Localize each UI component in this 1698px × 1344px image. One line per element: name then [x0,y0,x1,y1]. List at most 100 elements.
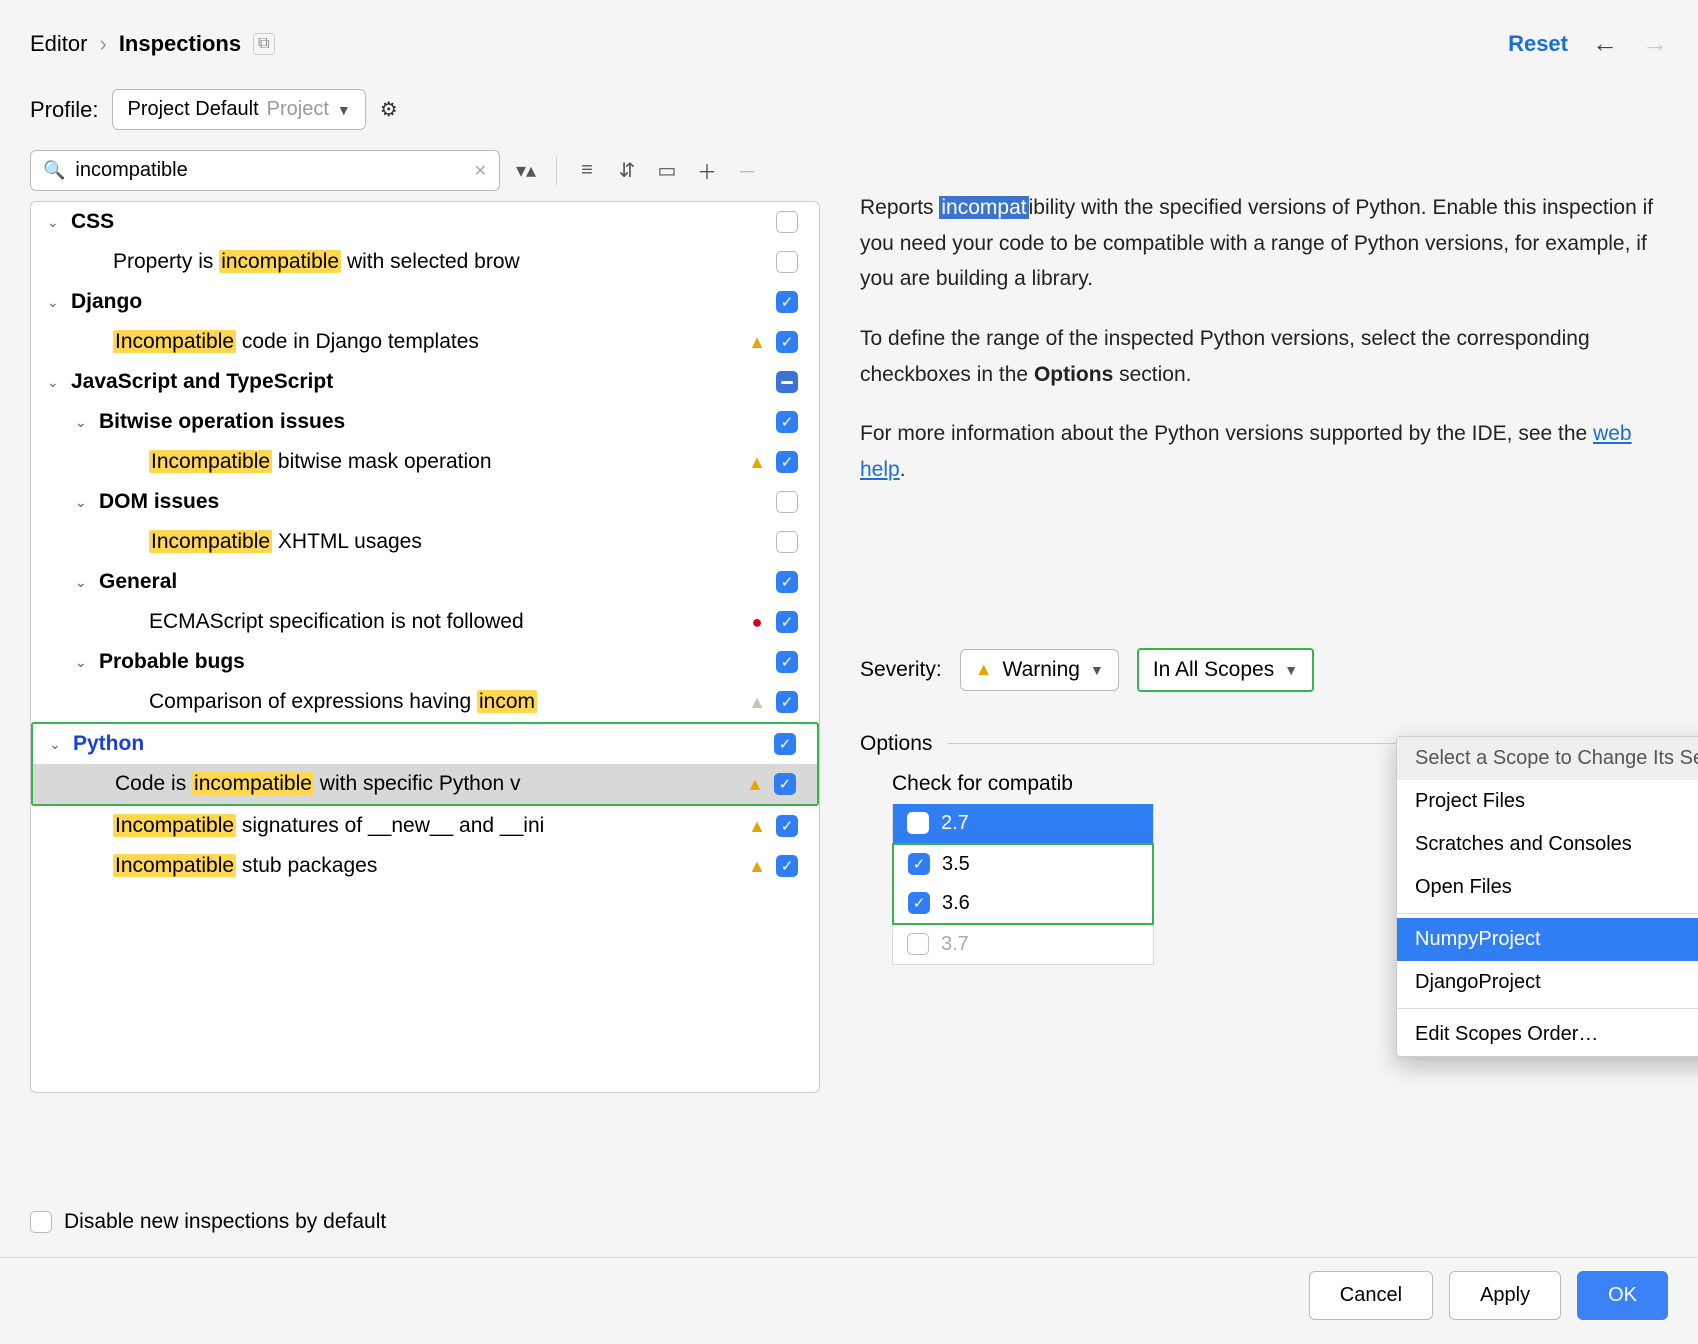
tree-group-probable[interactable]: ⌄ Probable bugs [31,642,819,682]
tree-label: Comparison of expressions having incom [149,690,731,714]
tree-item-python-signatures[interactable]: Incompatible signatures of __new__ and _… [31,806,819,846]
tree-label: General [99,570,731,594]
toggle-icon[interactable]: ▭ [653,157,681,185]
search-input[interactable] [75,159,463,182]
profile-row: Profile: Project Default Project ▼ ⚙ [0,79,1698,150]
checkbox[interactable] [776,611,798,633]
chevron-down-icon[interactable]: ⌄ [75,494,99,511]
compat-list[interactable]: 2.7 3.5 3.6 3.7 [892,804,1154,965]
checkbox[interactable] [776,411,798,433]
chevron-down-icon[interactable]: ⌄ [47,294,71,311]
compat-row-36[interactable]: 3.6 [892,884,1154,925]
tree-group-python[interactable]: ⌄ Python [33,724,817,764]
scope-select[interactable]: In All Scopes ▼ [1137,648,1314,692]
chevron-down-icon[interactable]: ⌄ [47,214,71,231]
add-icon[interactable]: ＋ [693,157,721,185]
scope-popup[interactable]: Select a Scope to Change Its Settings Pr… [1396,736,1698,1057]
checkbox[interactable] [908,853,930,875]
chevron-down-icon[interactable]: ⌄ [75,654,99,671]
checkbox[interactable] [776,251,798,273]
tree-item-ecmascript[interactable]: ECMAScript specification is not followed… [31,602,819,642]
scope-value: In All Scopes [1153,658,1274,682]
scope-item-project-files[interactable]: Project Files [1397,780,1698,823]
expand-all-icon[interactable]: ≡ [573,157,601,185]
checkbox[interactable] [774,773,796,795]
breadcrumb-sep: › [99,31,106,57]
scope-item-open-files[interactable]: Open Files [1397,866,1698,909]
tree-item-css-property[interactable]: Property is incompatible with selected b… [31,242,819,282]
checkbox[interactable] [774,733,796,755]
breadcrumb-parent[interactable]: Editor [30,31,87,57]
inspections-tree[interactable]: ⌄ CSS Property is incompatible with sele… [30,201,820,1093]
checkbox[interactable] [776,571,798,593]
inspection-description: Reports incompatibility with the specifi… [860,150,1668,488]
tree-label: JavaScript and TypeScript [71,370,731,394]
back-arrow-icon[interactable]: ← [1592,28,1618,59]
clear-search-icon[interactable]: ✕ [474,161,487,181]
checkbox[interactable] [776,815,798,837]
checkbox[interactable] [776,291,798,313]
ok-button[interactable]: OK [1577,1271,1668,1320]
checkbox-indeterminate[interactable] [776,371,798,393]
chevron-down-icon[interactable]: ⌄ [47,374,71,391]
disable-new-row[interactable]: Disable new inspections by default [30,1210,386,1234]
scope-item-scratches[interactable]: Scratches and Consoles [1397,823,1698,866]
collapse-all-icon[interactable]: ⇵ [613,157,641,185]
tree-group-python-highlight: ⌄ Python Code is incompatible with speci… [31,722,819,806]
chevron-down-icon: ▼ [1090,662,1104,678]
tree-label: Incompatible XHTML usages [149,530,731,554]
checkbox[interactable] [907,812,929,834]
search-input-wrapper[interactable]: 🔍 ✕ [30,150,500,191]
tree-item-python-stubs[interactable]: Incompatible stub packages ▲ [31,846,819,886]
tree-item-python-version[interactable]: Code is incompatible with specific Pytho… [33,764,817,804]
chevron-down-icon[interactable]: ⌄ [75,574,99,591]
copy-icon[interactable]: ⧉ [253,33,274,55]
reset-button[interactable]: Reset [1508,31,1568,57]
checkbox[interactable] [776,451,798,473]
tree-item-django-templates[interactable]: Incompatible code in Django templates ▲ [31,322,819,362]
chevron-down-icon[interactable]: ⌄ [49,736,73,753]
tree-label: Probable bugs [99,650,731,674]
tree-label: DOM issues [99,490,731,514]
checkbox[interactable] [776,331,798,353]
compat-label: 3.6 [942,892,970,915]
checkbox[interactable] [776,651,798,673]
severity-select[interactable]: ▲ Warning ▼ [960,649,1119,691]
tree-group-css[interactable]: ⌄ CSS [31,202,819,242]
checkbox[interactable] [30,1211,52,1233]
forward-arrow-icon: → [1642,28,1668,59]
checkbox[interactable] [776,531,798,553]
filter-icon[interactable]: ▾▴ [512,157,540,185]
tree-group-dom[interactable]: ⌄ DOM issues [31,482,819,522]
scope-item-numpy[interactable]: NumpyProject [1397,918,1698,961]
tree-group-bitwise[interactable]: ⌄ Bitwise operation issues [31,402,819,442]
checkbox[interactable] [776,211,798,233]
checkbox[interactable] [776,691,798,713]
compat-row-37[interactable]: 3.7 [892,925,1154,965]
tree-item-comparison[interactable]: Comparison of expressions having incom ▲ [31,682,819,722]
checkbox[interactable] [776,491,798,513]
apply-button[interactable]: Apply [1449,1271,1561,1320]
scope-item-django[interactable]: DjangoProject [1397,961,1698,1004]
scope-edit-order[interactable]: Edit Scopes Order… [1397,1013,1698,1056]
tree-item-bitwise-mask[interactable]: Incompatible bitwise mask operation ▲ [31,442,819,482]
tree-group-django[interactable]: ⌄ Django [31,282,819,322]
checkbox[interactable] [907,933,929,955]
gear-icon[interactable]: ⚙ [380,97,398,122]
compat-row-35[interactable]: 3.5 [892,843,1154,884]
chevron-down-icon: ▼ [337,102,351,118]
tree-group-jsts[interactable]: ⌄ JavaScript and TypeScript [31,362,819,402]
tree-label: Incompatible code in Django templates [113,330,731,354]
search-icon: 🔍 [43,160,65,181]
remove-icon[interactable]: － [733,157,761,185]
profile-select[interactable]: Project Default Project ▼ [112,89,365,130]
tree-label: CSS [71,210,731,234]
checkbox[interactable] [908,892,930,914]
tree-group-general[interactable]: ⌄ General [31,562,819,602]
chevron-down-icon[interactable]: ⌄ [75,414,99,431]
tree-item-xhtml[interactable]: Incompatible XHTML usages [31,522,819,562]
checkbox[interactable] [776,855,798,877]
cancel-button[interactable]: Cancel [1309,1271,1433,1320]
severity-row: Severity: ▲ Warning ▼ In All Scopes ▼ [860,648,1668,692]
compat-row-27[interactable]: 2.7 [892,804,1154,843]
